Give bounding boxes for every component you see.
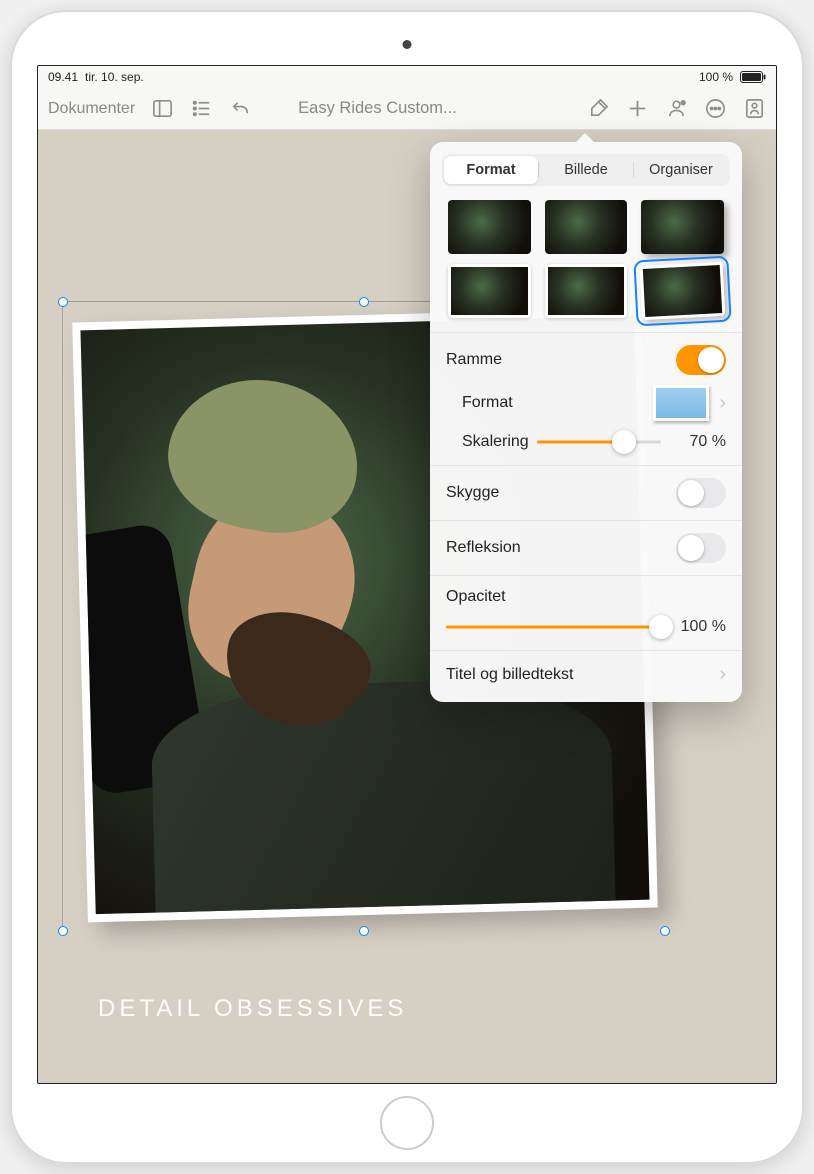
style-thumb[interactable] <box>545 264 628 318</box>
chevron-right-icon[interactable]: › <box>719 392 726 415</box>
opacity-slider[interactable] <box>446 616 661 638</box>
undo-icon[interactable] <box>229 97 252 120</box>
home-button[interactable] <box>380 1096 434 1150</box>
style-thumb[interactable] <box>545 200 628 254</box>
selection-handle[interactable] <box>58 297 68 307</box>
status-bar: 09.41 tir. 10. sep. 100 % <box>38 66 776 88</box>
tab-organize[interactable]: Organiser <box>634 156 728 184</box>
back-button[interactable]: Dokumenter <box>48 100 135 118</box>
status-date: tir. 10. sep. <box>85 70 144 84</box>
camera-dot <box>403 40 412 49</box>
selection-handle[interactable] <box>359 297 369 307</box>
shadow-label: Skygge <box>446 484 499 502</box>
scale-value: 70 % <box>671 433 726 451</box>
style-thumb[interactable] <box>448 200 531 254</box>
battery-icon <box>740 71 766 83</box>
scale-slider[interactable] <box>537 431 661 453</box>
reflection-label: Refleksion <box>446 539 521 557</box>
document-title[interactable]: Easy Rides Custom... <box>298 99 457 118</box>
style-presets <box>430 196 742 332</box>
style-thumb[interactable] <box>641 200 724 254</box>
screen: 09.41 tir. 10. sep. 100 % Dokumenter <box>37 65 777 1084</box>
shadow-toggle[interactable] <box>676 478 726 508</box>
opacity-label: Opacitet <box>446 588 506 606</box>
sidebar-icon[interactable] <box>151 97 174 120</box>
shadow-section: Skygge <box>430 465 742 520</box>
caption-label: Titel og billedtekst <box>446 666 573 684</box>
format-popover: Format Billede Organiser Ramme <box>430 142 742 702</box>
tab-format[interactable]: Format <box>444 156 538 184</box>
tab-image[interactable]: Billede <box>539 156 633 184</box>
opacity-value: 100 % <box>671 618 726 636</box>
style-thumb-selected[interactable] <box>640 262 725 320</box>
collaborate-icon[interactable] <box>665 97 688 120</box>
frame-format-swatch[interactable] <box>653 385 709 421</box>
selection-handle[interactable] <box>58 926 68 936</box>
style-thumb[interactable] <box>448 264 531 318</box>
toolbar: Dokumenter Easy Rides Custom... <box>38 88 776 130</box>
reflection-toggle[interactable] <box>676 533 726 563</box>
frame-section: Ramme Format › Skalering <box>430 332 742 465</box>
reflection-section: Refleksion <box>430 520 742 575</box>
chevron-right-icon: › <box>719 663 726 686</box>
selection-handle[interactable] <box>660 926 670 936</box>
frame-toggle[interactable] <box>676 345 726 375</box>
insert-plus-icon[interactable] <box>626 97 649 120</box>
selection-handle[interactable] <box>359 926 369 936</box>
page-caption[interactable]: DETAIL OBSESSIVES <box>98 995 407 1023</box>
ipad-device: 09.41 tir. 10. sep. 100 % Dokumenter <box>10 10 804 1164</box>
outline-icon[interactable] <box>190 97 213 120</box>
frame-label: Ramme <box>446 351 502 369</box>
scale-label: Skalering <box>462 433 529 451</box>
status-battery-pct: 100 % <box>699 70 733 84</box>
more-icon[interactable] <box>704 97 727 120</box>
caption-section[interactable]: Titel og billedtekst › <box>430 650 742 702</box>
status-time: 09.41 <box>48 70 78 84</box>
presenter-icon[interactable] <box>743 97 766 120</box>
format-brush-icon[interactable] <box>587 97 610 120</box>
opacity-section: Opacitet 100 % <box>430 575 742 650</box>
popover-tabs: Format Billede Organiser <box>442 154 730 186</box>
frame-format-label: Format <box>462 394 513 412</box>
